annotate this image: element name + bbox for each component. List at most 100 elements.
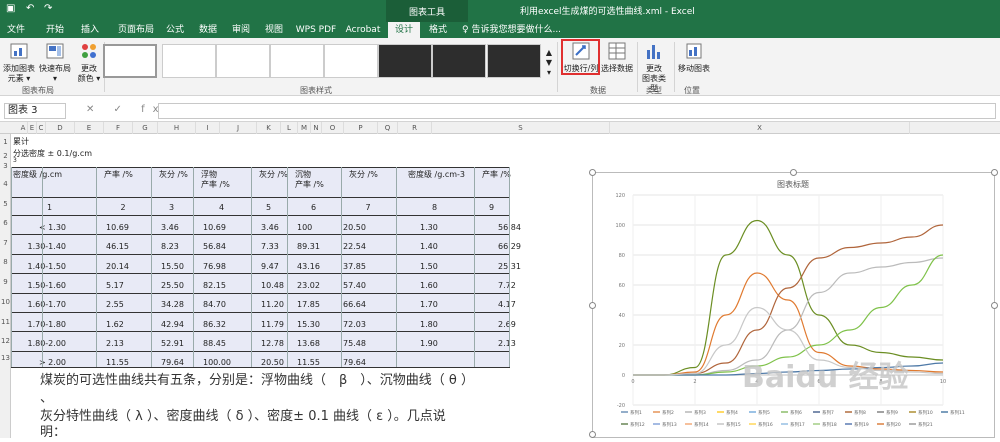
chart-legend-label: 系列7 [822, 409, 834, 416]
row-header-11[interactable]: 11 [0, 318, 11, 326]
table-gridline [11, 273, 510, 274]
row-header-4[interactable]: 4 [0, 180, 11, 188]
column-header-e[interactable]: E [28, 122, 37, 134]
table-gridline [474, 167, 475, 367]
column-header-f[interactable]: F [104, 122, 133, 134]
column-header-x[interactable]: X [610, 122, 910, 134]
column-header-g[interactable]: G [133, 122, 158, 134]
tab-formulas[interactable]: 公式 [160, 22, 190, 38]
chart-legend-label: 系列10 [918, 409, 933, 416]
tab-wps-pdf[interactable]: WPS PDF [293, 22, 339, 38]
table-gridline [193, 167, 194, 367]
tab-format[interactable]: 格式 [422, 22, 454, 38]
table-cell: 79.64 [161, 358, 184, 368]
tab-insert[interactable]: 插入 [75, 22, 105, 38]
column-header-d[interactable]: D [46, 122, 75, 134]
chart-style-2[interactable] [162, 44, 216, 78]
sheet-title-1: 累计 [13, 137, 29, 146]
column-header-j[interactable]: J [220, 122, 257, 134]
formula-icons[interactable]: ✕ ✓ fx [86, 104, 167, 115]
change-colors-button[interactable]: 更改 颜色 ▾ [76, 41, 102, 84]
table-index-cell: 1 [47, 203, 53, 212]
chart-area[interactable]: 图表标题 -20 0 20 40 60 80 100 120 0 2 4 6 8 10 系列1 系列2 系列3 系列… [592, 172, 995, 438]
row-header-3[interactable]: 3 [0, 162, 11, 170]
move-chart-button[interactable]: 移动图表 [677, 41, 711, 74]
add-chart-element-button[interactable]: 添加图表 元素 ▾ [2, 41, 36, 84]
column-header-k[interactable]: K [257, 122, 281, 134]
chart-legend-label: 系列3 [694, 409, 706, 416]
column-header-o[interactable]: O [322, 122, 344, 134]
tab-home[interactable]: 开始 [40, 22, 70, 38]
row-header-10[interactable]: 10 [0, 298, 11, 306]
undo-icon[interactable]: ↶ [26, 3, 34, 14]
formula-input[interactable] [158, 103, 996, 119]
formula-bar: 图表 3 ✕ ✓ fx [0, 100, 1000, 122]
styles-scroll-arrows[interactable]: ▲ ▼ ▾ [544, 48, 554, 78]
chart-legend-label: 系列14 [694, 421, 709, 428]
chart-handle-mr[interactable] [991, 302, 998, 309]
column-header-p[interactable]: P [344, 122, 378, 134]
tell-me-box[interactable]: ♀ 告诉我您想要做什么... [462, 22, 561, 38]
column-header-r[interactable]: R [398, 122, 432, 134]
column-header-h[interactable]: H [158, 122, 196, 134]
table-cell: 84.70 [203, 300, 226, 310]
column-header-m[interactable]: M [298, 122, 311, 134]
table-cell: 1.70-1.80 [27, 319, 66, 329]
column-headers: AECDEFGHIJKLMNOPQRSX [0, 122, 1000, 134]
tab-data[interactable]: 数据 [193, 22, 223, 38]
column-header-n[interactable]: N [311, 122, 322, 134]
column-header-e[interactable]: E [75, 122, 104, 134]
row-header-13[interactable]: 13 [0, 354, 11, 362]
chart-style-1[interactable] [103, 44, 157, 78]
row-header-6[interactable]: 6 [0, 219, 11, 227]
quick-layout-icon [45, 41, 65, 61]
row-header-1[interactable]: 1 [0, 138, 11, 146]
name-box[interactable]: 图表 3 [4, 103, 66, 119]
chart-legend-label: 系列9 [886, 409, 898, 416]
table-index-cell: 5 [266, 203, 272, 212]
table-cell: 1.40-1.50 [27, 261, 66, 271]
row-header-8[interactable]: 8 [0, 258, 11, 266]
chart-handle-bl[interactable] [589, 431, 596, 438]
chart-style-7[interactable] [432, 44, 486, 78]
column-header-i[interactable]: I [196, 122, 220, 134]
tab-design[interactable]: 设计 [388, 22, 420, 38]
chart-handle-tr[interactable] [991, 169, 998, 176]
chart-svg: 图表标题-200204060801001200 2 4 6 8 10系列1 系列2 系列3 系列… [615, 179, 964, 428]
column-header-s[interactable]: S [432, 122, 610, 134]
table-cell: 2.55 [106, 300, 124, 310]
tab-acrobat[interactable]: Acrobat [343, 22, 383, 38]
chart-style-4[interactable] [270, 44, 324, 78]
table-gridline [251, 167, 252, 367]
chart-handle-ml[interactable] [589, 302, 596, 309]
tab-view[interactable]: 视图 [259, 22, 289, 38]
chart-handle-tl[interactable] [589, 169, 596, 176]
table-cell: 1.80-2.00 [27, 338, 66, 348]
chart-handle-tc[interactable] [790, 169, 797, 176]
redo-icon[interactable]: ↷ [44, 3, 52, 14]
row-header-7[interactable]: 7 [0, 239, 11, 247]
separator [557, 42, 558, 92]
chart-style-3[interactable] [216, 44, 270, 78]
quick-layout-button[interactable]: 快速布局 ▾ [38, 41, 72, 84]
chart-style-5[interactable] [324, 44, 378, 78]
tab-file[interactable]: 文件 [2, 22, 30, 38]
row-header-9[interactable]: 9 [0, 278, 11, 286]
column-header-l[interactable]: L [281, 122, 298, 134]
column-header-c[interactable]: C [37, 122, 46, 134]
table-index-cell: 6 [311, 203, 317, 212]
select-data-button[interactable]: 选择数据 [601, 41, 633, 74]
row-header-12[interactable]: 12 [0, 337, 11, 345]
chart-style-6[interactable] [378, 44, 432, 78]
chart-style-8[interactable] [487, 44, 541, 78]
tab-page-layout[interactable]: 页面布局 [110, 22, 162, 38]
save-icon[interactable]: ▣ [6, 3, 15, 14]
table-header-cell: 产率 /% [104, 170, 133, 179]
data-table[interactable]: 密度级 /g.cm 产率 /% 灰分 /% 浮物 产率 /% 灰分 /% 沉物 产率 /%… [11, 167, 521, 368]
row-header-2[interactable]: 2 [0, 152, 11, 160]
row-header-5[interactable]: 5 [0, 200, 11, 208]
change-colors-label: 更改 颜色 ▾ [77, 64, 101, 83]
column-header-q[interactable]: Q [378, 122, 398, 134]
column-header-a[interactable]: A [19, 122, 28, 134]
tab-review[interactable]: 审阅 [226, 22, 256, 38]
